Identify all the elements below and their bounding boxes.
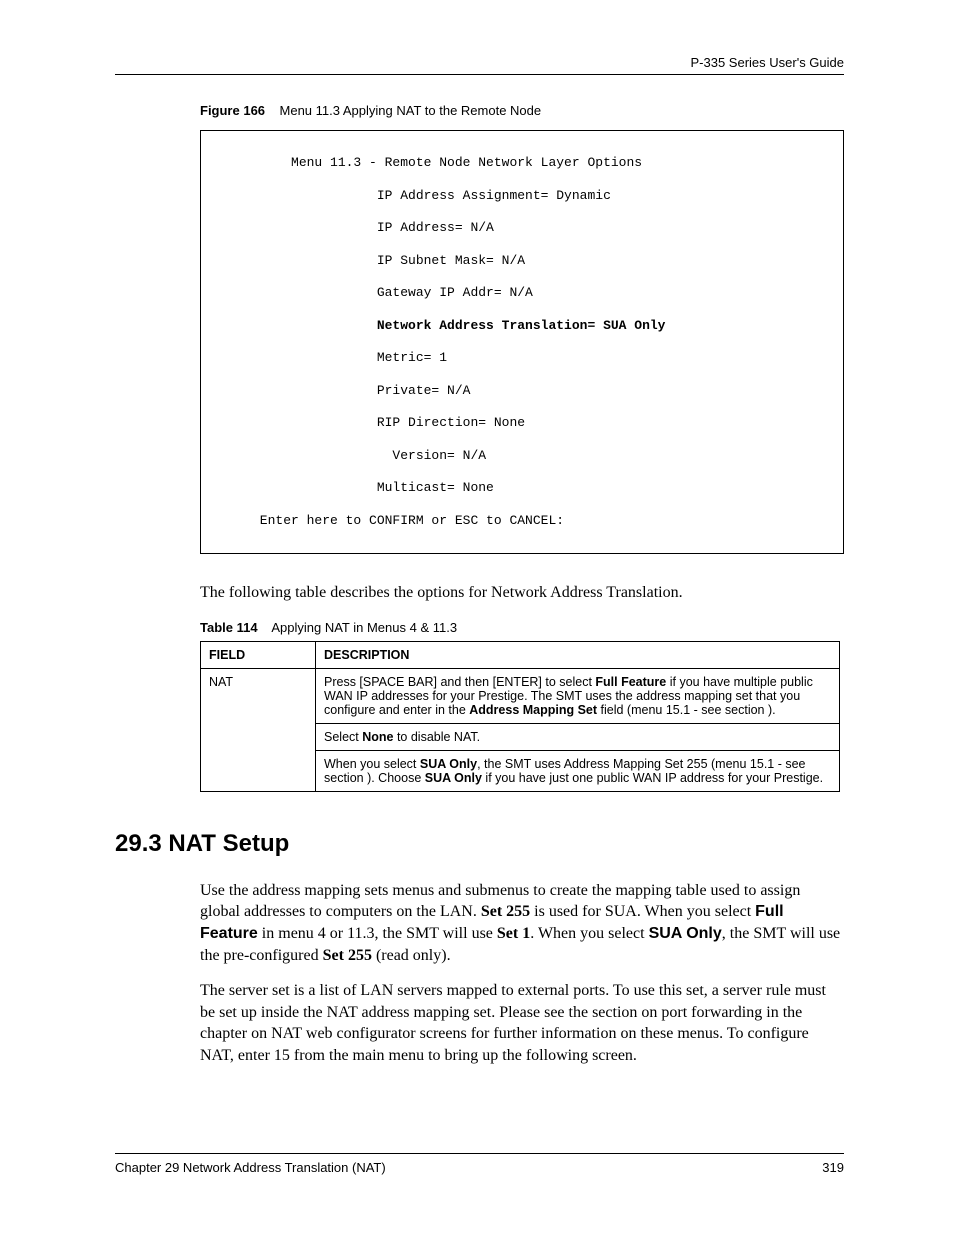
table-caption-text: Applying NAT in Menus 4 & 11.3 [271,620,457,635]
cell-description: Select None to disable NAT. [316,723,840,750]
code-line: Metric= 1 [213,350,831,366]
code-line: RIP Direction= None [213,415,831,431]
cell-field: NAT [201,668,316,791]
body-paragraph: Use the address mapping sets menus and s… [200,880,844,966]
figure-label: Figure 166 [200,103,265,118]
nat-options-table: Field Description NAT Press [SPACE BAR] … [200,641,840,792]
section-heading: 29.3 NAT Setup [115,830,844,858]
code-line: Gateway IP Addr= N/A [213,285,831,301]
code-line: Enter here to CONFIRM or ESC to CANCEL: [213,513,831,529]
page-footer: Chapter 29 Network Address Translation (… [115,1153,844,1175]
code-line: Private= N/A [213,383,831,399]
code-line: IP Subnet Mask= N/A [213,253,831,269]
body-paragraph: The server set is a list of LAN servers … [200,980,844,1066]
code-line: IP Address= N/A [213,220,831,236]
table-caption: Table 114 Applying NAT in Menus 4 & 11.3 [200,620,844,635]
code-line: IP Address Assignment= Dynamic [213,188,831,204]
figure-caption: Figure 166 Menu 11.3 Applying NAT to the… [200,103,844,118]
code-line: Version= N/A [213,448,831,464]
header-field: Field [201,641,316,668]
cell-description: Press [SPACE BAR] and then [ENTER] to se… [316,668,840,723]
figure-caption-text: Menu 11.3 Applying NAT to the Remote Nod… [280,103,542,118]
code-line: Multicast= None [213,480,831,496]
code-line-bold: Network Address Translation= SUA Only [213,318,831,334]
header-description: Description [316,641,840,668]
table-label: Table 114 [200,620,258,635]
intro-paragraph: The following table describes the option… [200,582,844,604]
guide-title: P-335 Series User's Guide [691,55,845,70]
code-line: Menu 11.3 - Remote Node Network Layer Op… [213,155,831,171]
table-row: NAT Press [SPACE BAR] and then [ENTER] t… [201,668,840,723]
page-header: P-335 Series User's Guide [115,55,844,75]
cell-description: When you select SUA Only, the SMT uses A… [316,750,840,791]
figure-code-box: Menu 11.3 - Remote Node Network Layer Op… [200,130,844,554]
table-header-row: Field Description [201,641,840,668]
footer-chapter: Chapter 29 Network Address Translation (… [115,1160,386,1175]
footer-page-number: 319 [822,1160,844,1175]
